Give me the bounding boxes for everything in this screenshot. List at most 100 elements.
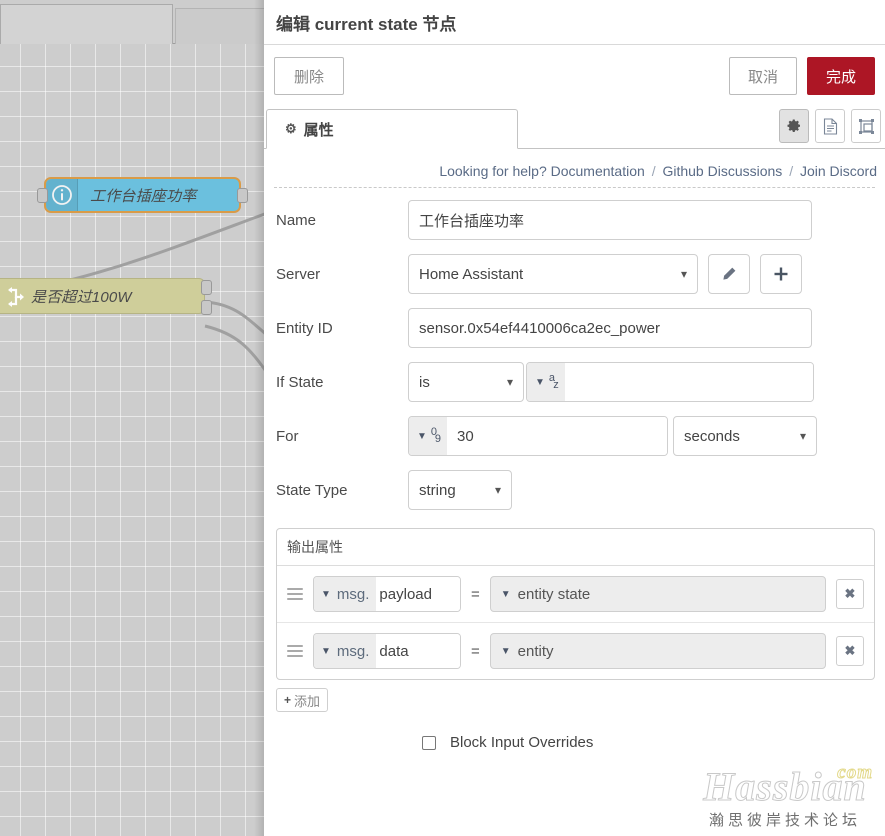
node-output-port[interactable] [237, 188, 248, 203]
entity-id-label: Entity ID [276, 319, 333, 337]
block-input-overrides-checkbox[interactable] [422, 735, 436, 750]
entity-id-input[interactable] [408, 308, 812, 348]
state-type-select[interactable]: string ▾ [408, 470, 512, 510]
caret-down-icon: ▼ [535, 376, 545, 388]
description-icon-button[interactable] [815, 109, 845, 143]
output-property-field-0[interactable]: ▼ msg. payload [313, 576, 461, 612]
description-icon [823, 117, 837, 135]
watermark: Hassbian com 瀚思彼岸技术论坛 [695, 762, 875, 830]
server-label: Server [276, 265, 321, 283]
for-label: For [276, 427, 299, 445]
server-select[interactable]: Home Assistant ▾ [408, 254, 698, 294]
form-row-name: Name [276, 200, 875, 240]
add-server-button[interactable] [760, 254, 802, 294]
pencil-icon [723, 267, 736, 280]
caret-down-icon: ▼ [321, 588, 331, 600]
gear-icon [787, 119, 800, 132]
caret-down-icon: ▼ [500, 645, 511, 657]
node-output-port-1[interactable] [201, 280, 212, 295]
add-output-property-button[interactable]: + 添加 [276, 688, 329, 712]
edit-server-button[interactable] [708, 254, 750, 294]
done-button[interactable]: 完成 [807, 57, 875, 95]
appearance-icon-button[interactable] [851, 109, 881, 143]
tab-properties[interactable]: ⚙ 属性 [266, 109, 518, 149]
panel-toolbar: 删除 取消 完成 [264, 45, 885, 107]
caret-down-icon: ▼ [417, 430, 427, 442]
if-state-operator-select[interactable]: is ▾ [408, 362, 524, 402]
canvas-grid [0, 44, 264, 836]
cancel-button[interactable]: 取消 [729, 57, 797, 95]
help-separator-2: / [789, 163, 794, 179]
flow-canvas[interactable]: 工作台插座功率 是否超过100W [0, 0, 264, 836]
watermark-text: Hassbian [703, 764, 867, 809]
help-link-documentation[interactable]: Documentation [551, 163, 645, 179]
output-properties-legend: 输出属性 [277, 529, 874, 566]
help-link-github-discussions[interactable]: Github Discussions [662, 163, 782, 179]
table-row: ▼ msg. payload = ▼ entity state ✖ [277, 566, 874, 622]
flow-tab-active[interactable] [0, 4, 173, 44]
form-row-server: Server Home Assistant ▾ [276, 254, 875, 294]
if-state-value-input[interactable] [565, 363, 813, 401]
name-input[interactable] [408, 200, 812, 240]
node-output-port-2[interactable] [201, 300, 212, 315]
output-properties-section: 输出属性 ▼ msg. payload = ▼ entity state ✖ ▼… [276, 528, 875, 680]
watermark-main: Hassbian com [695, 762, 875, 809]
table-row: ▼ msg. data = ▼ entity ✖ [277, 622, 874, 679]
if-state-label: If State [276, 373, 324, 391]
if-state-type-select[interactable]: ▼ a z [527, 363, 566, 401]
output-property-name-1[interactable]: data [376, 634, 460, 668]
gear-icon-button[interactable] [779, 109, 809, 143]
type-glyph-bottom: 9 [434, 433, 442, 445]
chevron-down-icon: ▾ [680, 267, 687, 281]
flow-tab-bar[interactable] [0, 0, 264, 44]
output-value-select-0[interactable]: ▼ entity state [489, 576, 826, 612]
output-value-text-0: entity state [517, 585, 591, 603]
output-property-name-0[interactable]: payload [376, 577, 460, 611]
chevron-down-icon: ▾ [494, 483, 501, 497]
edit-node-panel: 编辑 current state 节点 删除 取消 完成 ⚙ 属性 Lookin… [264, 0, 885, 836]
node-current-state[interactable]: 工作台插座功率 [37, 177, 248, 213]
drag-handle-icon[interactable] [287, 588, 303, 600]
output-property-field-1[interactable]: ▼ msg. data [313, 633, 461, 669]
if-state-operator-value: is [419, 373, 430, 391]
output-property-type-select-1[interactable]: ▼ msg. [314, 634, 377, 668]
help-link-join-discord[interactable]: Join Discord [800, 163, 877, 179]
string-type-icon: a z [549, 373, 559, 391]
delete-button[interactable]: 删除 [274, 57, 344, 95]
for-type-select[interactable]: ▼ 0 9 [409, 417, 448, 455]
output-value-select-1[interactable]: ▼ entity [489, 633, 826, 669]
plus-icon [774, 267, 788, 281]
for-typed-input[interactable]: ▼ 0 9 30 [408, 416, 668, 456]
for-units-select[interactable]: seconds ▾ [673, 416, 817, 456]
appearance-icon [858, 118, 874, 134]
chevron-down-icon: ▾ [799, 429, 806, 443]
drag-handle-icon[interactable] [287, 645, 303, 657]
remove-output-property-button-1[interactable]: ✖ [836, 636, 864, 666]
add-output-property-label: 添加 [294, 693, 321, 709]
gear-icon: ⚙ [285, 121, 297, 136]
watermark-subtitle: 瀚思彼岸技术论坛 [708, 812, 861, 829]
node-switch[interactable]: 是否超过100W [0, 278, 212, 315]
output-property-type-select-0[interactable]: ▼ msg. [314, 577, 377, 611]
panel-icon-buttons [779, 109, 881, 143]
form-row-entity-id: Entity ID [276, 308, 875, 348]
for-value-input[interactable]: 30 [447, 417, 667, 455]
node-label: 工作台插座功率 [90, 187, 197, 205]
equals-sign-0: = [471, 585, 480, 603]
info-icon [46, 179, 78, 211]
help-prefix: Looking for help? [439, 163, 547, 179]
form-row-for: For ▼ 0 9 30 seconds ▾ [276, 416, 875, 456]
output-property-prefix-0: msg. [336, 585, 370, 603]
remove-output-property-button-0[interactable]: ✖ [836, 579, 864, 609]
page-title: 编辑 current state 节点 [276, 14, 457, 34]
if-state-typed-input[interactable]: ▼ a z [526, 362, 814, 402]
flow-tab-secondary[interactable] [175, 8, 264, 44]
for-units-value: seconds [684, 427, 740, 445]
watermark-tld: com [837, 762, 873, 784]
caret-down-icon: ▼ [500, 588, 511, 600]
node-input-port[interactable] [37, 188, 48, 203]
type-glyph-bottom: z [553, 379, 559, 391]
form-row-if-state: If State is ▾ ▼ a z [276, 362, 875, 402]
state-type-label: State Type [276, 481, 348, 499]
equals-sign-1: = [471, 642, 480, 660]
